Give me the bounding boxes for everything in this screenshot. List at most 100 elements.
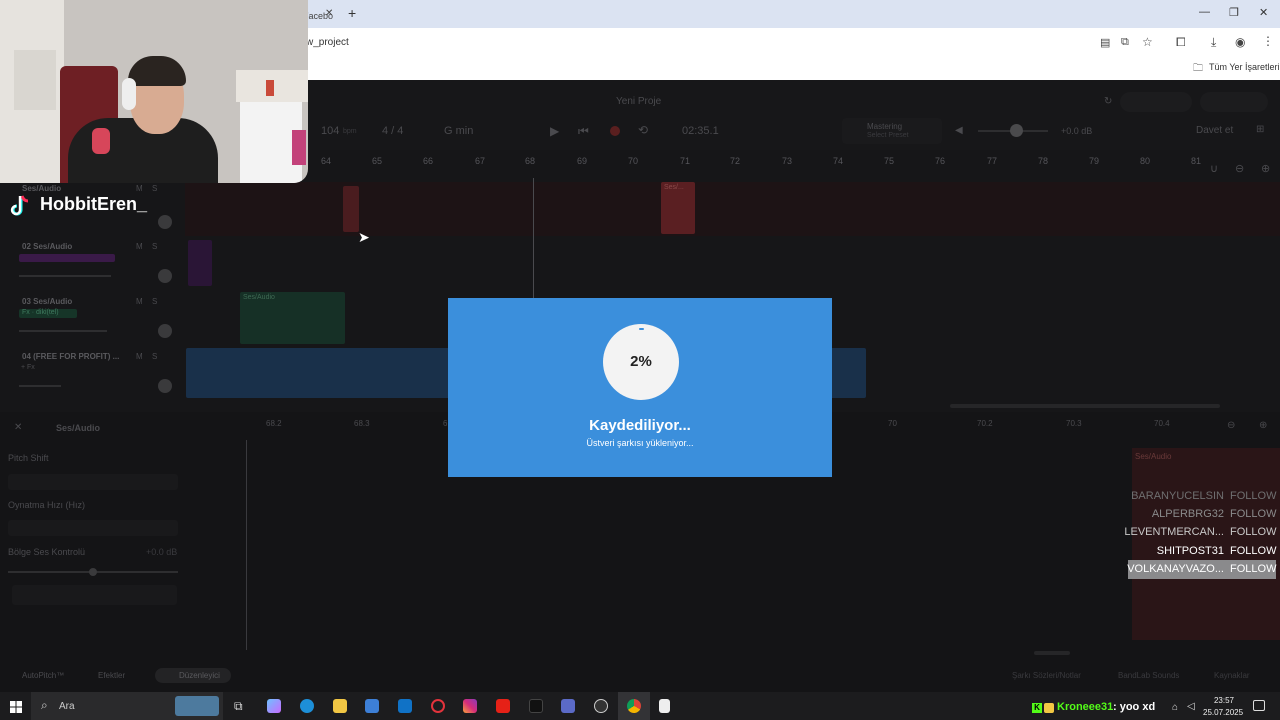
volume-slider[interactable] (19, 385, 61, 387)
bandlab-sounds-button[interactable]: BandLab Sounds (1118, 671, 1179, 680)
extensions-icon[interactable]: ⧠ (1176, 35, 1186, 50)
record-icon[interactable] (610, 126, 620, 136)
add-fx-button[interactable]: + Fx (21, 364, 35, 371)
region-clip-label: Ses/Audio (1135, 452, 1172, 461)
editor-playhead[interactable] (246, 440, 247, 650)
volume-slider[interactable] (19, 275, 111, 277)
project-title[interactable]: Yeni Proje (616, 96, 661, 107)
star-icon[interactable]: ☆ (1142, 35, 1153, 49)
menu-icon[interactable]: ⋮ (1262, 34, 1274, 48)
download-icon[interactable]: ⤓ (1211, 35, 1216, 50)
editor-region-clip[interactable]: Ses/Audio (1132, 448, 1280, 640)
audio-clip[interactable]: Ses/... (661, 182, 695, 234)
skip-back-icon[interactable]: ⏮ (578, 124, 589, 139)
track-name[interactable]: 02 Ses/Audio (22, 242, 72, 251)
taskbar-search[interactable]: ⌕ Ara (31, 692, 223, 720)
mute-button[interactable]: M (136, 184, 143, 193)
play-icon[interactable]: ▶ (550, 124, 559, 138)
store-icon[interactable] (365, 699, 379, 713)
tiktok-taskbar-icon[interactable] (529, 699, 543, 713)
restore-icon[interactable]: ❐ (1229, 6, 1239, 19)
mute-button[interactable]: M (136, 352, 143, 361)
timeline-scrollbar[interactable] (950, 404, 1220, 408)
audio-clip[interactable] (188, 240, 212, 286)
editor-scrollbar[interactable] (1034, 651, 1070, 655)
install-icon[interactable]: ⧉ (1121, 36, 1129, 49)
speaker-icon[interactable]: ◀ (955, 125, 963, 136)
key-selector[interactable]: G min (444, 125, 473, 137)
url-field[interactable]: w_project (306, 37, 349, 48)
close-editor-button[interactable]: ✕ (14, 422, 22, 433)
mute-button[interactable]: M (136, 242, 143, 251)
instagram-icon[interactable] (463, 699, 477, 713)
copilot-icon[interactable] (267, 699, 281, 713)
mastering-button[interactable]: Mastering Select Preset (842, 118, 942, 144)
track-name[interactable]: 03 Ses/Audio (22, 297, 72, 306)
pan-knob[interactable] (158, 215, 172, 229)
save-button[interactable] (1120, 92, 1192, 112)
bpm-value[interactable]: 104 (321, 125, 339, 137)
reset-button[interactable] (12, 585, 177, 605)
volume-slider[interactable] (19, 330, 107, 332)
audio-clip[interactable] (343, 186, 359, 232)
notepad-icon[interactable] (659, 699, 670, 713)
solo-button[interactable]: S (152, 352, 157, 361)
pan-knob[interactable] (158, 379, 172, 393)
pan-knob[interactable] (158, 324, 172, 338)
reader-icon[interactable]: ▤ (1100, 36, 1110, 49)
magnet-icon[interactable]: ∪ (1210, 162, 1218, 175)
lyrics-button[interactable]: Şarkı Sözleri/Notlar (1012, 671, 1081, 680)
outlook-icon[interactable] (398, 699, 412, 713)
master-volume-handle[interactable] (1010, 124, 1023, 137)
edge-icon[interactable] (300, 699, 314, 713)
all-bookmarks-link[interactable]: Tüm Yer İşaretleri (1209, 62, 1280, 72)
pan-knob[interactable] (158, 269, 172, 283)
new-tab-button[interactable]: + (348, 5, 356, 21)
publish-button[interactable] (1200, 92, 1268, 112)
opera-icon[interactable] (431, 699, 445, 713)
solo-button[interactable]: S (152, 242, 157, 251)
track-name[interactable]: Ses/Audio (22, 184, 61, 193)
tab-editor[interactable]: Düzenleyici (155, 668, 231, 683)
track-header[interactable]: 03 Ses/Audio M S Fx · diki(tel) (0, 295, 185, 350)
mute-button[interactable]: M (136, 297, 143, 306)
clock-date[interactable]: 25.07.2025 (1203, 708, 1243, 717)
task-view-icon[interactable]: ⧉ (234, 699, 243, 714)
network-icon[interactable]: ⌂ (1172, 702, 1178, 713)
track-name[interactable]: 04 (FREE FOR PROFIT) ... (22, 352, 119, 361)
tab-close-icon[interactable]: ✕ (325, 8, 333, 19)
invite-button[interactable]: Davet et (1196, 125, 1233, 136)
chrome-icon[interactable] (627, 699, 641, 713)
region-volume-handle[interactable] (89, 568, 97, 576)
fx-chip[interactable]: Fx · diki(tel) (19, 309, 77, 318)
pitch-shift-control[interactable] (8, 474, 178, 490)
editor-zoom-in-icon[interactable]: ⊕ (1259, 420, 1267, 431)
solo-button[interactable]: S (152, 184, 157, 193)
tab-effects[interactable]: Efektler (98, 671, 125, 680)
resources-button[interactable]: Kaynaklar (1214, 671, 1250, 680)
track-header[interactable]: 04 (FREE FOR PROFIT) ... M S + Fx (0, 350, 185, 405)
notification-icon[interactable] (1253, 700, 1265, 711)
audio-clip[interactable]: Ses/Audio (240, 292, 345, 344)
time-signature[interactable]: 4 / 4 (382, 125, 403, 137)
close-window-icon[interactable]: ✕ (1259, 6, 1268, 19)
tab-autopitch[interactable]: AutoPitch™ (22, 671, 64, 680)
speed-control[interactable] (8, 520, 178, 536)
zoom-out-icon[interactable]: ⊖ (1235, 162, 1244, 175)
volume-icon[interactable]: ◁ (1187, 701, 1195, 712)
profile-icon[interactable]: ◉ (1235, 35, 1245, 49)
clock-time[interactable]: 23:57 (1204, 696, 1244, 705)
editor-zoom-out-icon[interactable]: ⊖ (1227, 420, 1235, 431)
app-icon[interactable] (561, 699, 575, 713)
fx-chip[interactable] (19, 254, 115, 262)
obs-icon[interactable] (594, 699, 608, 713)
zoom-in-icon[interactable]: ⊕ (1261, 162, 1270, 175)
file-explorer-icon[interactable] (333, 699, 347, 713)
windows-start-icon[interactable] (10, 700, 22, 713)
minimize-icon[interactable]: — (1199, 6, 1210, 18)
track-header[interactable]: 02 Ses/Audio M S (0, 240, 185, 295)
solo-button[interactable]: S (152, 297, 157, 306)
youtube-icon[interactable] (496, 699, 510, 713)
gift-icon[interactable]: ⊞ (1256, 124, 1264, 135)
loop-icon[interactable]: ⟲ (638, 123, 648, 137)
